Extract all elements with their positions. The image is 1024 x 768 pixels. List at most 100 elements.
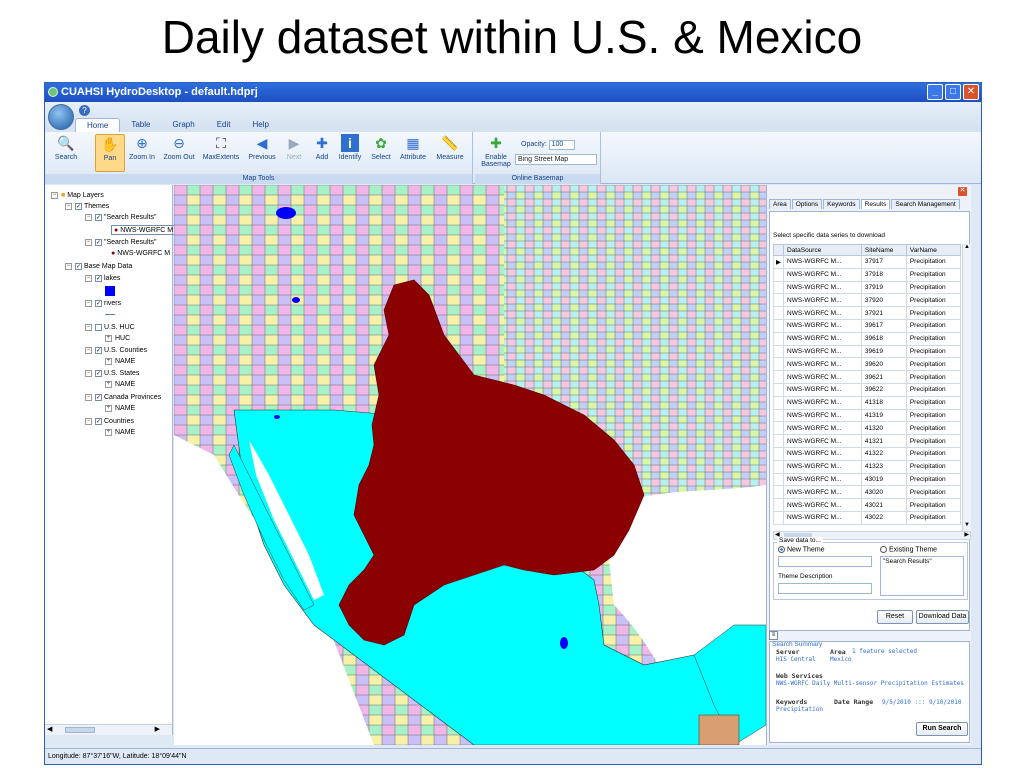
h-scroll-right-icon[interactable]: ▶	[964, 531, 969, 538]
tree-counties-name[interactable]: + NAME	[105, 357, 135, 367]
results-vertical-scrollbar[interactable]: ▲ ▼	[962, 244, 971, 531]
tree-search-results-2[interactable]: − ✓ "Search Results"	[85, 238, 156, 248]
row-selector[interactable]	[773, 344, 784, 359]
row-selector[interactable]	[773, 293, 784, 308]
close-icon[interactable]: ✕	[963, 84, 979, 100]
tree-rivers[interactable]: − ✓ rivers	[85, 299, 121, 309]
row-selector[interactable]	[773, 395, 784, 410]
add-button[interactable]: ✚ Add	[309, 134, 335, 172]
tree-us-huc[interactable]: − U.S. HUC	[85, 323, 135, 333]
tab-graph[interactable]: Graph	[161, 118, 205, 132]
tree-states-name[interactable]: + NAME	[105, 380, 135, 390]
maximize-icon[interactable]: □	[945, 84, 961, 100]
col-datasource[interactable]: DataSource	[783, 244, 862, 256]
opacity-spinner[interactable]: 100	[548, 140, 575, 150]
search-button[interactable]: 🔍 Search	[51, 134, 81, 172]
row-selector[interactable]	[773, 318, 784, 333]
table-row[interactable]: NWS-WGRFC M... 39621 Precipitation	[773, 370, 962, 384]
row-selector[interactable]	[773, 382, 784, 397]
table-row[interactable]: NWS-WGRFC M... 41323 Precipitation	[773, 459, 962, 474]
tab-search-management[interactable]: Search Management	[891, 199, 960, 209]
tree-map-layers[interactable]: − ■ Map Layers	[51, 191, 104, 201]
table-row[interactable]: ▶ NWS-WGRFC M... 37917 Precipitation	[773, 255, 962, 269]
attribute-button[interactable]: ▦ Attribute	[397, 134, 429, 172]
basemap-select[interactable]: Bing Street Map	[515, 154, 597, 165]
tree-canada-provinces[interactable]: − ✓ Canada Provinces	[85, 393, 161, 403]
row-selector[interactable]	[773, 472, 784, 487]
row-selector[interactable]	[773, 459, 784, 474]
previous-button[interactable]: ◀ Previous	[245, 134, 279, 172]
tab-help[interactable]: Help	[242, 118, 280, 132]
scroll-thumb[interactable]	[65, 727, 95, 733]
table-row[interactable]: NWS-WGRFC M... 43022 Precipitation	[773, 510, 962, 525]
row-selector[interactable]: ▶	[773, 255, 784, 269]
tab-edit[interactable]: Edit	[206, 118, 242, 132]
row-selector[interactable]	[773, 370, 784, 384]
identify-button[interactable]: i Identify	[335, 134, 365, 172]
next-button[interactable]: ▶ Next	[281, 134, 307, 172]
reset-button[interactable]: Reset	[877, 610, 913, 624]
zoom-in-button[interactable]: ⊕ Zoom In	[125, 134, 159, 172]
pan-button[interactable]: ✋ Pan	[95, 134, 125, 172]
tree-search-results-1[interactable]: − ✓ "Search Results"	[85, 213, 156, 223]
tree-us-counties[interactable]: − ✓ U.S. Counties	[85, 346, 147, 356]
table-row[interactable]: NWS-WGRFC M... 39620 Precipitation	[773, 357, 962, 372]
map-canvas[interactable]	[174, 185, 766, 745]
row-selector[interactable]	[773, 267, 784, 282]
tree-huc[interactable]: + HUC	[105, 334, 130, 344]
table-row[interactable]: NWS-WGRFC M... 39619 Precipitation	[773, 344, 962, 359]
table-row[interactable]: NWS-WGRFC M... 39622 Precipitation	[773, 382, 962, 397]
new-theme-input[interactable]	[778, 556, 872, 567]
panel-close-icon[interactable]: ✕	[958, 187, 967, 196]
row-selector[interactable]	[773, 421, 784, 436]
table-row[interactable]: NWS-WGRFC M... 41321 Precipitation	[773, 434, 962, 448]
summary-toggle-icon[interactable]: ≡	[769, 631, 778, 640]
table-row[interactable]: NWS-WGRFC M... 43020 Precipitation	[773, 485, 962, 500]
col-varname[interactable]: VarName	[905, 244, 962, 256]
tree-lakes[interactable]: − ✓ lakes	[85, 274, 120, 284]
scroll-right-icon[interactable]: ▶	[155, 725, 160, 733]
new-theme-radio[interactable]: New Theme	[778, 546, 825, 553]
row-selector[interactable]	[773, 408, 784, 423]
tab-options[interactable]: Options	[791, 199, 823, 209]
row-selector[interactable]	[773, 485, 784, 500]
tab-keywords[interactable]: Keywords	[823, 199, 860, 209]
tab-area[interactable]: Area	[769, 199, 791, 209]
row-selector[interactable]	[773, 331, 784, 346]
help-icon[interactable]: ?	[79, 105, 90, 116]
table-row[interactable]: NWS-WGRFC M... 41320 Precipitation	[773, 421, 962, 436]
table-row[interactable]: NWS-WGRFC M... 37921 Precipitation	[773, 306, 962, 320]
row-selector[interactable]	[773, 510, 784, 525]
run-search-button[interactable]: Run Search	[916, 722, 968, 736]
select-button[interactable]: ✿ Select	[367, 134, 395, 172]
col-sitename[interactable]: SiteName	[860, 244, 907, 256]
enable-basemap-button[interactable]: ✚ Enable Basemap	[479, 134, 513, 172]
tree-us-states[interactable]: − ✓ U.S. States	[85, 369, 139, 379]
row-selector[interactable]	[773, 306, 784, 320]
theme-description-input[interactable]	[778, 583, 872, 594]
tab-results[interactable]: Results	[860, 199, 891, 209]
scroll-left-icon[interactable]: ◀	[47, 725, 52, 733]
table-row[interactable]: NWS-WGRFC M... 37918 Precipitation	[773, 267, 962, 282]
table-row[interactable]: NWS-WGRFC M... 39618 Precipitation	[773, 331, 962, 346]
table-row[interactable]: NWS-WGRFC M... 41318 Precipitation	[773, 395, 962, 410]
tree-countries[interactable]: − ✓ Countries	[85, 417, 134, 427]
table-row[interactable]: NWS-WGRFC M... 43019 Precipitation	[773, 472, 962, 487]
download-data-button[interactable]: Download Data	[916, 610, 969, 624]
table-row[interactable]: NWS-WGRFC M... 43021 Precipitation	[773, 498, 962, 512]
tree-canada-name[interactable]: + NAME	[105, 404, 135, 414]
existing-theme-list[interactable]: "Search Results"	[880, 556, 964, 596]
table-row[interactable]: NWS-WGRFC M... 37919 Precipitation	[773, 280, 962, 295]
existing-theme-radio[interactable]: Existing Theme	[880, 546, 937, 553]
tab-home[interactable]: Home	[75, 118, 121, 132]
legend-horizontal-scrollbar[interactable]: ◀ ▶	[45, 724, 172, 735]
tab-table[interactable]: Table	[120, 118, 161, 132]
max-extents-button[interactable]: ⛶ MaxExtents	[201, 134, 241, 172]
tree-countries-name[interactable]: + NAME	[105, 428, 135, 438]
row-selector[interactable]	[773, 434, 784, 448]
tree-themes[interactable]: − ✓ Themes	[65, 202, 109, 212]
window-titlebar[interactable]: CUAHSI HydroDesktop - default.hdprj _ □ …	[45, 83, 981, 102]
scroll-down-icon[interactable]: ▼	[963, 522, 971, 531]
row-selector[interactable]	[773, 280, 784, 295]
table-row[interactable]: NWS-WGRFC M... 39617 Precipitation	[773, 318, 962, 333]
